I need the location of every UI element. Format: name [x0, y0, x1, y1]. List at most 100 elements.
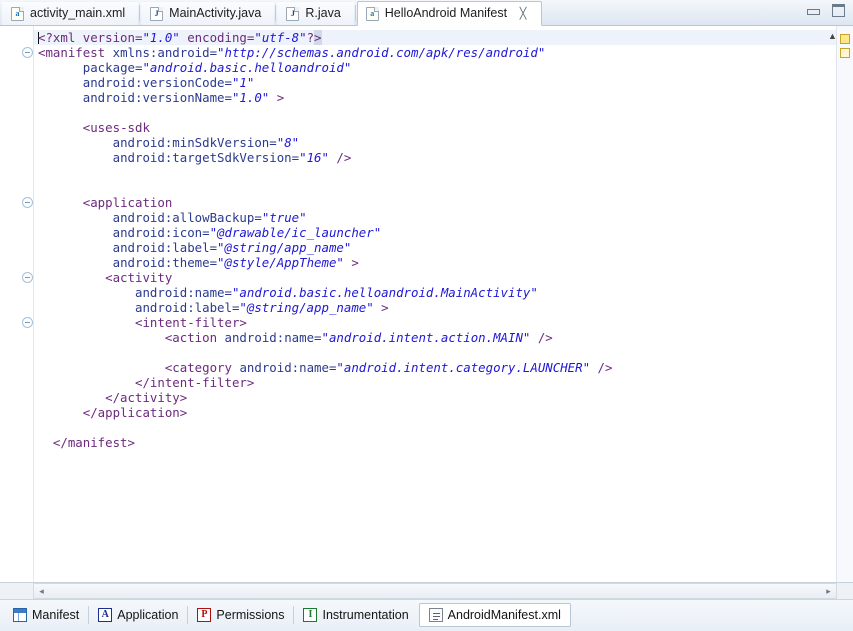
- code-line[interactable]: [34, 105, 836, 120]
- code-token-tag: >: [373, 300, 389, 315]
- code-token-val: "android.basic.helloandroid.MainActivity…: [231, 285, 538, 300]
- tab-separator: [275, 5, 277, 21]
- code-token-val: "1": [231, 75, 255, 90]
- fold-collapse-icon[interactable]: [22, 197, 33, 208]
- maximize-button[interactable]: [830, 3, 847, 18]
- code-line[interactable]: <activity: [34, 270, 836, 285]
- code-line[interactable]: </activity>: [34, 390, 836, 405]
- minimize-button[interactable]: [805, 3, 822, 18]
- code-text-area[interactable]: <?xml version="1.0" encoding="utf-8"?> <m…: [34, 26, 836, 582]
- page-tab-label: AndroidManifest.xml: [447, 608, 561, 622]
- editor-tab-helloandroid-manifest[interactable]: a HelloAndroid Manifest ╳: [356, 1, 543, 26]
- page-tab-androidmanifest-xml[interactable]: AndroidManifest.xml: [418, 603, 571, 627]
- code-token-tag: <application: [82, 195, 173, 210]
- tab-separator: [139, 5, 141, 21]
- code-line[interactable]: android:label="@string/app_name": [34, 240, 836, 255]
- fold-collapse-icon[interactable]: [22, 272, 33, 283]
- code-token-attr: android:versionCode=: [82, 75, 232, 90]
- horizontal-scrollbar-row: ◂ ▸: [0, 583, 853, 599]
- code-line[interactable]: </intent-filter>: [34, 375, 836, 390]
- code-token-attr: android:targetSdkVersion=: [112, 150, 300, 165]
- code-line[interactable]: android:name="android.basic.helloandroid…: [34, 285, 836, 300]
- editor-gutter[interactable]: [0, 26, 34, 582]
- fold-collapse-icon[interactable]: [22, 317, 33, 328]
- code-line[interactable]: <application: [34, 195, 836, 210]
- page-tab-manifest[interactable]: Manifest: [4, 603, 88, 627]
- code-token-tag: </intent-filter>: [134, 375, 255, 390]
- editor-tab-activity-main-xml[interactable]: a activity_main.xml: [2, 1, 139, 25]
- code-token-tag: <manifest: [38, 45, 106, 60]
- hscroll-track[interactable]: [49, 584, 821, 598]
- collapse-arrow-icon[interactable]: ▲: [828, 32, 837, 41]
- code-token-attr: android:name=: [134, 285, 232, 300]
- overview-ruler-marker[interactable]: [840, 48, 850, 58]
- editor-tab-r-java[interactable]: J R.java: [277, 1, 354, 25]
- code-token-attr: xmlns:android=: [112, 45, 218, 60]
- code-token-attr: android:icon=: [112, 225, 210, 240]
- scroll-left-arrow-icon[interactable]: ◂: [34, 586, 49, 597]
- code-token-tag: />: [590, 360, 613, 375]
- page-tab-permissions[interactable]: P Permissions: [188, 603, 293, 627]
- editor-tab-mainactivity-java[interactable]: J MainActivity.java: [141, 1, 275, 25]
- xml-file-icon: a: [365, 6, 379, 21]
- fold-collapse-icon[interactable]: [22, 47, 33, 58]
- code-line[interactable]: </manifest>: [34, 435, 836, 450]
- code-line[interactable]: [34, 165, 836, 180]
- code-token-tag: </application>: [82, 405, 188, 420]
- vertical-scrollbar-overview-ruler[interactable]: ▲: [828, 26, 853, 582]
- code-line[interactable]: <action android:name="android.intent.act…: [34, 330, 836, 345]
- java-file-icon: J: [286, 6, 300, 21]
- code-line[interactable]: android:allowBackup="true": [34, 210, 836, 225]
- close-icon[interactable]: ╳: [517, 8, 529, 20]
- code-token-tag: <intent-filter>: [134, 315, 247, 330]
- code-token-pi: encoding=: [179, 30, 255, 45]
- editor-tab-label: activity_main.xml: [30, 6, 126, 21]
- horizontal-scrollbar[interactable]: ◂ ▸: [33, 583, 837, 599]
- page-tab-instrumentation[interactable]: I Instrumentation: [294, 603, 417, 627]
- code-line[interactable]: android:minSdkVersion="8": [34, 135, 836, 150]
- code-token-tag: <uses-sdk: [82, 120, 150, 135]
- overview-ruler-marker[interactable]: [840, 34, 850, 44]
- code-line[interactable]: android:icon="@drawable/ic_launcher": [34, 225, 836, 240]
- code-token-attr: android:theme=: [112, 255, 218, 270]
- code-line[interactable]: <manifest xmlns:android="http://schemas.…: [34, 45, 836, 60]
- code-line[interactable]: <category android:name="android.intent.c…: [34, 360, 836, 375]
- code-token-tag: >: [269, 90, 285, 105]
- code-token-sel: >: [314, 30, 322, 45]
- code-line[interactable]: [34, 345, 836, 360]
- code-line[interactable]: <intent-filter>: [34, 315, 836, 330]
- code-line[interactable]: android:theme="@style/AppTheme" >: [34, 255, 836, 270]
- code-line[interactable]: android:versionCode="1": [34, 75, 836, 90]
- code-token-val: "16": [299, 150, 329, 165]
- editor-tab-label: MainActivity.java: [169, 6, 262, 21]
- code-line[interactable]: android:targetSdkVersion="16" />: [34, 150, 836, 165]
- code-line[interactable]: [34, 180, 836, 195]
- code-line[interactable]: <?xml version="1.0" encoding="utf-8"?>: [34, 30, 836, 45]
- code-token-val: "1.0": [142, 30, 180, 45]
- code-line[interactable]: <uses-sdk: [34, 120, 836, 135]
- scroll-right-arrow-icon[interactable]: ▸: [821, 586, 836, 597]
- code-token-val: "@string/app_name": [239, 300, 374, 315]
- code-token-attr: android:minSdkVersion=: [112, 135, 277, 150]
- page-tab-application[interactable]: A Application: [89, 603, 187, 627]
- code-line[interactable]: [34, 420, 836, 435]
- tab-separator: [354, 5, 356, 21]
- editor-tab-label: R.java: [305, 6, 341, 21]
- code-line[interactable]: android:versionName="1.0" >: [34, 90, 836, 105]
- code-token-tag: />: [530, 330, 553, 345]
- code-line[interactable]: </application>: [34, 405, 836, 420]
- code-line[interactable]: android:label="@string/app_name" >: [34, 300, 836, 315]
- code-line[interactable]: package="android.basic.helloandroid": [34, 60, 836, 75]
- code-token-tag: </manifest>: [52, 435, 135, 450]
